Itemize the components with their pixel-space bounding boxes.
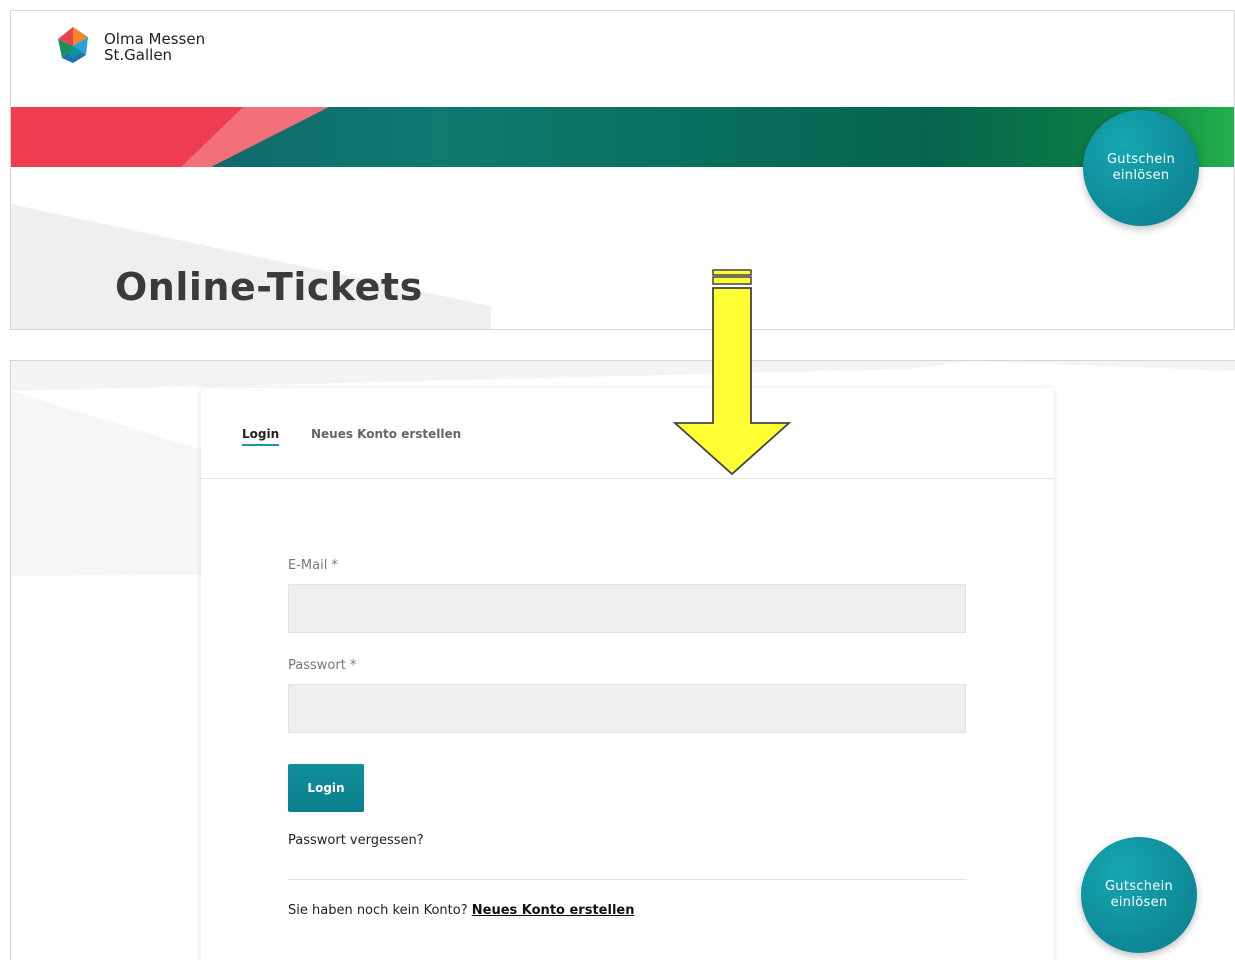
- redeem-voucher-button[interactable]: Gutschein einlösen: [1083, 110, 1199, 226]
- no-account-row: Sie haben noch kein Konto? Neues Konto e…: [288, 903, 966, 918]
- login-panel: Login Neues Konto erstellen E-Mail * Pas…: [10, 360, 1235, 960]
- password-label: Passwort *: [288, 658, 357, 673]
- down-arrow-icon: [672, 269, 792, 476]
- header-banner: [11, 107, 1234, 167]
- forgot-password-link[interactable]: Passwort vergessen?: [288, 833, 966, 848]
- background-swoosh: [11, 195, 491, 329]
- tab-register[interactable]: Neues Konto erstellen: [311, 427, 461, 441]
- redeem-voucher-button-floating[interactable]: Gutschein einlösen: [1081, 837, 1197, 953]
- voucher-label-line2: einlösen: [1110, 895, 1168, 910]
- login-form: E-Mail * Passwort * Login Passwort verge…: [288, 558, 966, 918]
- voucher-label-line2: einlösen: [1112, 168, 1170, 183]
- create-account-link[interactable]: Neues Konto erstellen: [472, 903, 635, 918]
- brand-logo[interactable]: Olma Messen St.Gallen: [53, 25, 205, 69]
- auth-tabs: Login Neues Konto erstellen: [201, 388, 1054, 479]
- brand-name-line2: St.Gallen: [104, 46, 173, 64]
- no-account-text: Sie haben noch kein Konto?: [288, 903, 468, 918]
- tab-login[interactable]: Login: [242, 427, 280, 446]
- email-label: E-Mail *: [288, 558, 338, 573]
- login-button[interactable]: Login: [288, 764, 364, 812]
- login-card: Login Neues Konto erstellen E-Mail * Pas…: [201, 388, 1054, 960]
- password-field[interactable]: [288, 684, 966, 733]
- page-title: Online-Tickets: [115, 265, 423, 309]
- email-field[interactable]: [288, 584, 966, 633]
- voucher-label-line1: Gutschein: [1104, 879, 1174, 894]
- brand-name-line1: Olma Messen: [104, 30, 206, 48]
- voucher-label-line1: Gutschein: [1106, 152, 1176, 167]
- olma-logo-icon: [53, 25, 93, 69]
- divider: [288, 879, 966, 880]
- brand-name: Olma Messen St.Gallen: [104, 31, 205, 63]
- header-panel: Olma Messen St.Gallen Online-Tickets: [10, 10, 1235, 330]
